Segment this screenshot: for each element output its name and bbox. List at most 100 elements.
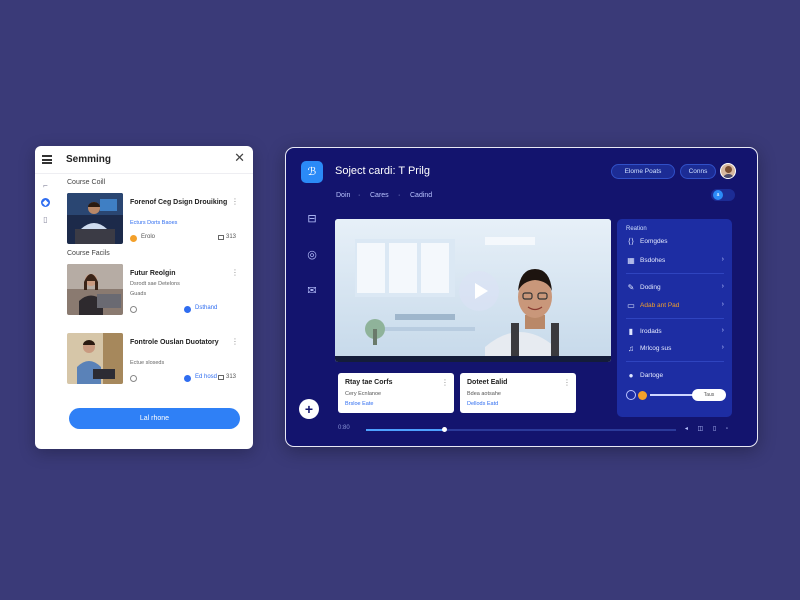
course-status: Dsthand	[195, 305, 218, 311]
status-dot-blue	[184, 306, 191, 313]
breadcrumb-item[interactable]: Doin	[336, 192, 350, 199]
avatar[interactable]	[720, 163, 736, 179]
note-title: Rtay tae Corfs	[345, 379, 393, 386]
compass-icon[interactable]: ◎	[306, 249, 318, 261]
divider	[626, 273, 724, 274]
chevron-right-icon: ›	[721, 344, 724, 351]
note-link[interactable]: Brsloe Eate	[345, 401, 373, 407]
course-count: 313	[225, 234, 236, 240]
left-rail: ⌐ ◆ ▯	[35, 174, 57, 294]
course-title: Fontrole Ouslan Duotatory	[130, 339, 219, 346]
chevron-right-icon: ›	[721, 301, 724, 308]
course-meta: Ectue sloseds	[130, 360, 165, 366]
music-icon: ♫	[628, 344, 634, 353]
caption-icon	[218, 235, 224, 240]
status-dot	[130, 375, 137, 382]
more-icon[interactable]: ⋮	[441, 378, 449, 387]
shield-icon[interactable]: ◆	[41, 198, 50, 207]
video-player[interactable]	[335, 219, 611, 362]
course-card[interactable]: Forenof Ceg Dsign Drouiking Ecturs Dorts…	[67, 193, 241, 247]
section-label-recent: Course Facils	[67, 250, 110, 257]
seek-track[interactable]	[366, 427, 676, 432]
status-dot	[130, 306, 137, 313]
status-dot-blue	[184, 375, 191, 382]
breadcrumb-separator: ·	[358, 192, 361, 199]
course-status: Erolo	[141, 234, 156, 240]
course-footer: Erolo 313	[130, 234, 238, 243]
course-count: 313	[225, 374, 236, 380]
note-card[interactable]: Rtay tae Corfs Cery Ecnlanoe Brsloe Eate…	[338, 373, 454, 413]
course-panel: Semming ✕ ⌐ ◆ ▯ Course Coill Forenof Ceg…	[35, 146, 253, 449]
chevron-right-icon: ›	[721, 256, 724, 263]
divider	[626, 361, 724, 362]
seek-handle[interactable]	[441, 427, 447, 432]
panel-title: Semming	[66, 154, 112, 165]
course-meta: Ecturs Dorts Baoes	[130, 220, 178, 226]
resource-item[interactable]: ▮ Irodads ›	[626, 326, 726, 338]
close-icon[interactable]: ✕	[234, 151, 245, 165]
seek-fill	[366, 429, 444, 431]
resources-panel: Reation ⟨⟩ Eomgdes ▦ Bsdohes › ✎ Doding …	[617, 219, 732, 417]
resource-item[interactable]: ✎ Doding ›	[626, 282, 726, 294]
note-card[interactable]: Doteet Ealid Bdea aotsahe Dellods Eatd ⋮	[460, 373, 576, 413]
breadcrumb-item[interactable]: Cares	[370, 192, 389, 199]
course-card[interactable]: Fontrole Ouslan Duotatory Ectue sloseds …	[67, 333, 241, 387]
add-button[interactable]: +	[299, 399, 319, 419]
note-link[interactable]: Dellods Eatd	[467, 401, 498, 407]
header-button-home[interactable]: Elome Poats	[611, 164, 675, 179]
resource-label: Eomgdes	[640, 238, 668, 245]
status-dot	[130, 235, 137, 242]
app-logo-icon[interactable]: ℬ	[301, 161, 323, 183]
resource-item[interactable]: ▭ Adab ant Pad ›	[626, 300, 726, 312]
chevron-right-icon: ›	[721, 283, 724, 290]
info-icon: ●	[628, 371, 634, 380]
back-icon[interactable]: ⌐	[41, 181, 50, 190]
play-button[interactable]	[459, 271, 499, 311]
more-icon[interactable]: ⋮	[231, 197, 239, 206]
note-meta: Cery Ecnlanoe	[345, 391, 382, 397]
resource-label: Bsdohes	[640, 257, 666, 264]
resource-item[interactable]: ⟨⟩ Eomgdes	[626, 236, 726, 248]
pen-icon: ✎	[627, 283, 635, 292]
note-title: Doteet Ealid	[467, 379, 508, 386]
course-meta: Dsrodt sae Detelons	[130, 281, 180, 287]
bookmark-icon[interactable]: ⊟	[306, 213, 318, 225]
player-controls[interactable]: ◂ ◫ ▯ ▫	[685, 425, 732, 432]
course-footer: Ed hosd 313	[130, 374, 238, 383]
seek-bar[interactable]: 0:80 ◂ ◫ ▯ ▫	[338, 425, 734, 435]
chart-icon: ▮	[628, 327, 634, 336]
breadcrumb-item[interactable]: Cadind	[410, 192, 432, 199]
more-icon[interactable]: ⋮	[231, 337, 239, 346]
bracket-icon: ⟨⟩	[627, 237, 635, 246]
resource-item[interactable]: ▦ Bsdohes ›	[626, 255, 726, 267]
theme-toggle[interactable]: a	[711, 189, 735, 201]
menu-icon[interactable]	[42, 155, 52, 164]
resource-item[interactable]: ● Dartoge	[626, 370, 726, 382]
course-panel-header: Semming ✕	[35, 146, 253, 174]
note-meta: Bdea aotsahe	[467, 391, 501, 397]
more-icon[interactable]: ⋮	[563, 378, 571, 387]
section-label-course: Course Coill	[67, 179, 106, 186]
resource-label: Doding	[640, 284, 661, 291]
page-title: Soject cardi: T Prilg	[335, 165, 430, 177]
mail-icon[interactable]: ✉	[306, 285, 318, 297]
document-icon[interactable]: ▯	[41, 215, 50, 224]
slider-handle[interactable]	[638, 391, 647, 400]
slider-value: Taus	[692, 389, 726, 401]
toggle-knob: a	[713, 190, 723, 200]
volume-slider[interactable]: Taus	[626, 389, 726, 401]
more-icon[interactable]: ⋮	[231, 268, 239, 277]
learn-button[interactable]: Lal rhone	[69, 408, 240, 429]
resource-item[interactable]: ♫ Mrlcog sus ›	[626, 343, 726, 355]
chevron-right-icon: ›	[721, 327, 724, 334]
video-caption-bar	[335, 356, 611, 362]
course-title: Forenof Ceg Dsign Drouiking	[130, 199, 228, 206]
grid-icon: ▦	[627, 256, 635, 265]
speaker-icon	[626, 390, 636, 400]
breadcrumb-separator: ·	[398, 192, 401, 199]
course-card[interactable]: Futur Reolgin Dsrodt sae Detelons Guads …	[67, 264, 241, 318]
divider	[626, 318, 724, 319]
header-button-conns[interactable]: Conns	[680, 164, 716, 179]
current-time: 0:80	[338, 425, 350, 431]
caption-icon	[218, 375, 224, 380]
